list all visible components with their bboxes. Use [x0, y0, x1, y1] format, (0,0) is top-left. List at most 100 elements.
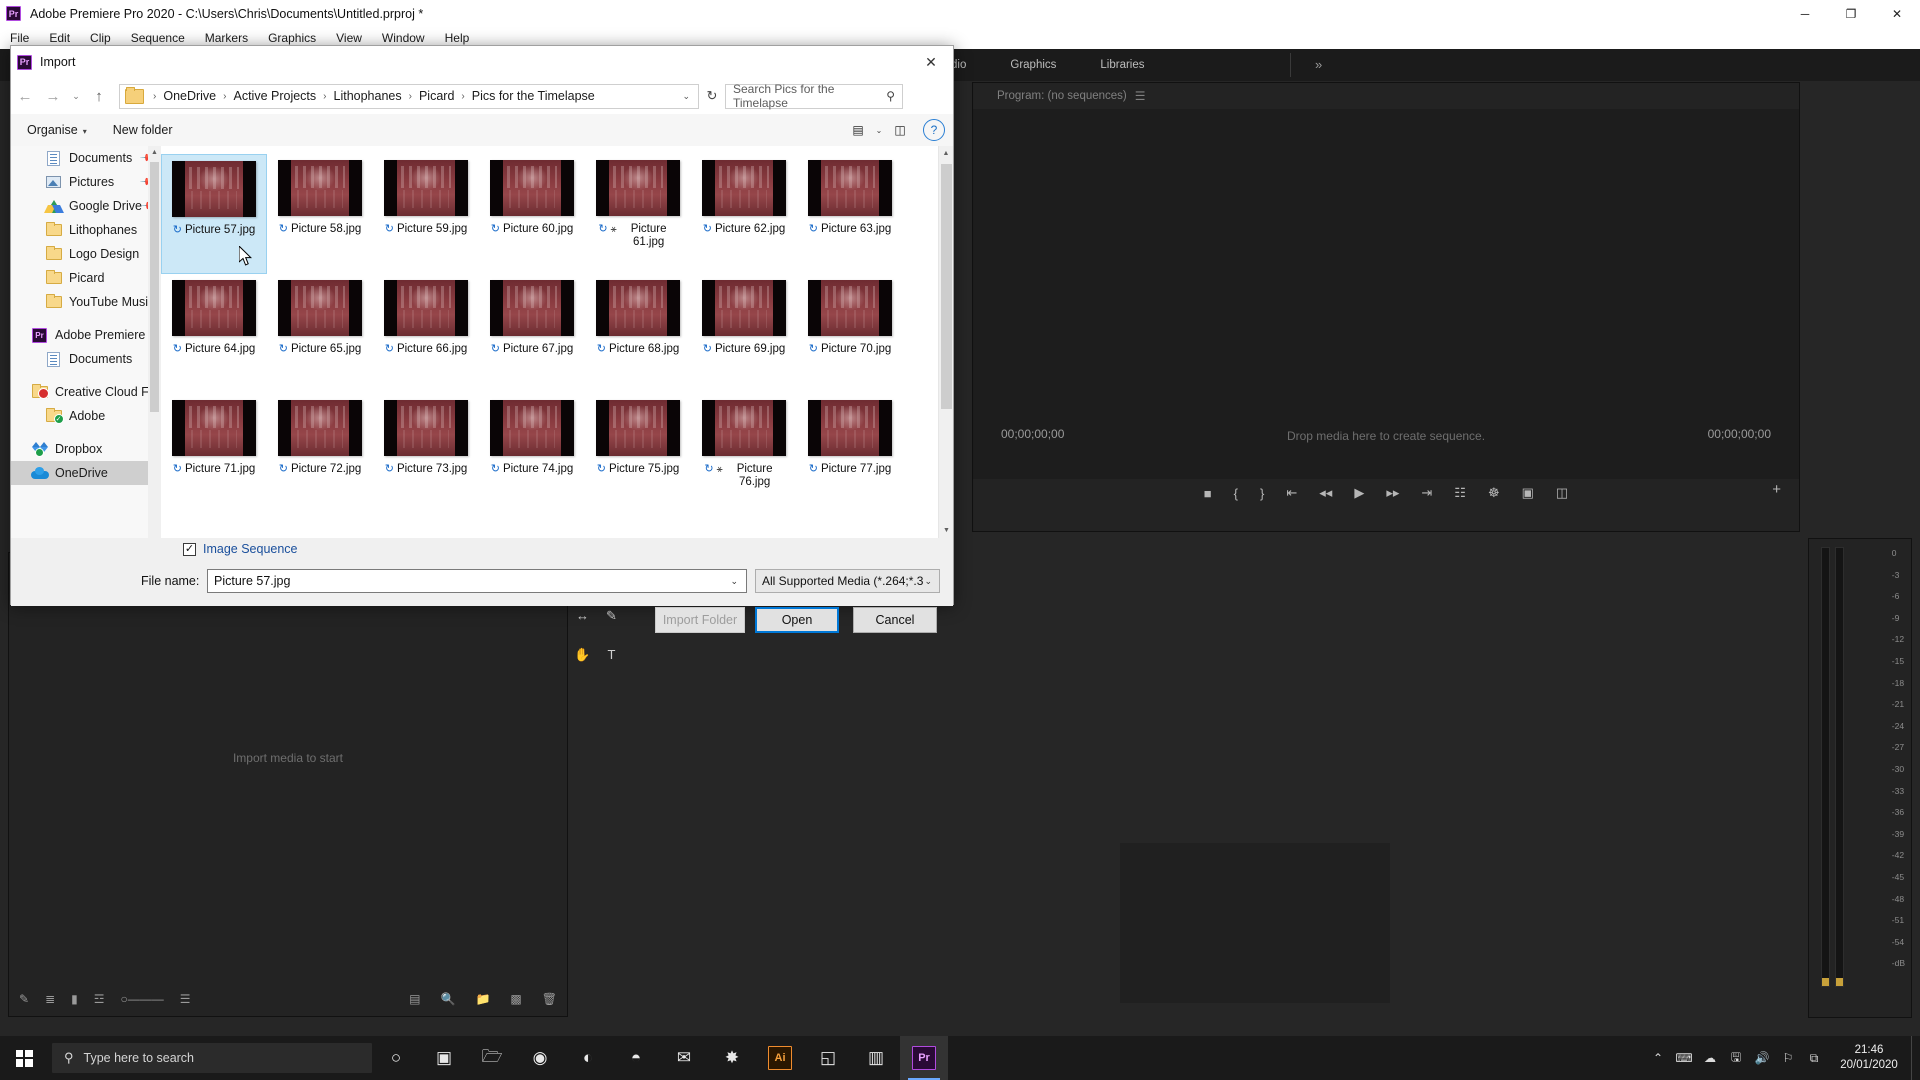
close-button[interactable]: ✕ — [1874, 0, 1920, 27]
sidebar-item-pictures[interactable]: Pictures 📌 — [11, 170, 161, 194]
file-item[interactable]: ↻ Picture 59.jpg — [373, 154, 479, 274]
taskbar-maya-icon[interactable]: ✸ — [708, 1036, 756, 1080]
panel-menu-icon[interactable]: ☰ — [1135, 90, 1146, 102]
sidebar-item-creative-cloud-fil[interactable]: Creative Cloud Fil — [11, 380, 161, 404]
start-button[interactable] — [0, 1036, 48, 1080]
sidebar-item-onedrive[interactable]: OneDrive — [11, 461, 161, 485]
chevron-down-icon[interactable]: ⌄ — [674, 91, 698, 102]
tray-icon-2[interactable]: ☁ — [1697, 1036, 1723, 1080]
search-input[interactable]: ⚲ Type here to search — [52, 1043, 372, 1073]
taskbar-photoshop-icon[interactable]: ◱ — [804, 1036, 852, 1080]
file-item[interactable]: ↻ Picture 60.jpg — [479, 154, 585, 274]
sidebar-item-dropbox[interactable]: Dropbox — [11, 437, 161, 461]
tray-icon-4[interactable]: 🔊 — [1749, 1036, 1775, 1080]
clock[interactable]: 21:46 20/01/2020 — [1827, 1036, 1911, 1080]
taskbar-paint-icon[interactable]: ◓ — [612, 1036, 660, 1080]
sidebar-item-youtube-music[interactable]: YouTube Music — [11, 290, 161, 314]
mark-in-icon[interactable]: { — [1234, 486, 1238, 501]
file-item[interactable]: ↻ Picture 66.jpg — [373, 274, 479, 394]
chevron-down-icon[interactable]: ⌄ — [871, 118, 887, 142]
selection-tool-icon[interactable]: ↔ — [576, 608, 589, 623]
scroll-up-icon[interactable]: ▲ — [939, 146, 953, 161]
breadcrumb-item-lithophanes[interactable]: Lithophanes — [332, 89, 404, 103]
new-folder-button[interactable]: New folder — [103, 118, 183, 142]
extract-icon[interactable]: ☸ — [1488, 485, 1500, 501]
file-item[interactable]: ↻ Picture 70.jpg — [797, 274, 903, 394]
taskbar-app-unknown-icon[interactable]: ▥ — [852, 1036, 900, 1080]
taskbar-premiere-pro-icon[interactable]: Pr — [900, 1036, 948, 1080]
preview-pane-icon[interactable]: ◫ — [887, 118, 913, 142]
lift-icon[interactable]: ☷ — [1454, 485, 1466, 501]
step-forward-icon[interactable]: ▸▸ — [1386, 485, 1399, 501]
breadcrumb-item-onedrive[interactable]: OneDrive — [161, 89, 218, 103]
taskbar-chrome-icon[interactable]: ◉ — [516, 1036, 564, 1080]
tray-icon-1[interactable]: ⌨ — [1671, 1036, 1697, 1080]
search-input[interactable]: Search Pics for the Timelapse ⚲ — [725, 82, 903, 110]
list-view-icon[interactable]: ≣ — [45, 992, 55, 1006]
show-desktop-button[interactable] — [1911, 1036, 1920, 1080]
forward-icon[interactable]: → — [39, 83, 67, 109]
file-item[interactable]: ↻ Picture 71.jpg — [161, 394, 267, 514]
import-folder-button[interactable]: Import Folder — [655, 607, 745, 633]
taskbar-outlook-icon[interactable]: ✉ — [660, 1036, 708, 1080]
file-item[interactable]: ↻ Picture 74.jpg — [479, 394, 585, 514]
taskbar-task-view-icon[interactable]: ▣ — [420, 1036, 468, 1080]
tray-icon-6[interactable]: ⧉ — [1801, 1036, 1827, 1080]
breadcrumb-item-active-projects[interactable]: Active Projects — [231, 89, 318, 103]
up-one-level-icon[interactable]: ↑ — [85, 83, 113, 109]
zoom-slider[interactable]: ○——— — [121, 992, 164, 1006]
file-item[interactable]: ↻ Picture 72.jpg — [267, 394, 373, 514]
image-sequence-checkbox[interactable]: ✓ — [183, 542, 196, 556]
file-item[interactable]: ↻ ⚹ Picture 76.jpg — [691, 394, 797, 514]
delete-icon[interactable]: 🗑 — [542, 992, 557, 1006]
file-item[interactable]: ↻ Picture 63.jpg — [797, 154, 903, 274]
recent-locations-icon[interactable]: ⌄ — [67, 83, 85, 109]
file-item[interactable]: ↻ Picture 75.jpg — [585, 394, 691, 514]
new-item-icon[interactable]: ▩ — [510, 992, 521, 1006]
organise-button[interactable]: Organise ▾ — [17, 118, 97, 142]
file-item[interactable]: ↻ Picture 67.jpg — [479, 274, 585, 394]
breadcrumb-item-pics-for-the-timelapse[interactable]: Pics for the Timelapse — [470, 89, 597, 103]
tray-icon-5[interactable]: ⚐ — [1775, 1036, 1801, 1080]
navigation-scrollbar[interactable]: ▲ ▼ — [148, 146, 161, 538]
play-icon[interactable]: ▶ — [1354, 485, 1364, 501]
mark-out-icon[interactable]: } — [1260, 486, 1264, 501]
file-item[interactable]: ↻ ⚹ Picture 61.jpg — [585, 154, 691, 274]
step-back-icon[interactable]: ◂◂ — [1319, 485, 1332, 501]
file-list-pane[interactable]: ↻ Picture 57.jpg ↻ Picture 58.jpg ↻ Picture 5… — [161, 146, 953, 538]
new-bin-icon[interactable]: ✎ — [19, 992, 29, 1006]
sidebar-item-documents[interactable]: Documents 📌 — [11, 146, 161, 170]
chevron-down-icon[interactable]: ⌄ — [730, 576, 738, 587]
taskbar-illustrator-icon[interactable]: Ai — [756, 1036, 804, 1080]
razor-tool-icon[interactable]: ✎ — [606, 608, 617, 624]
help-icon[interactable]: ? — [923, 119, 945, 141]
breadcrumb-item-picard[interactable]: Picard — [417, 89, 456, 103]
icon-view-icon[interactable]: ▮ — [71, 992, 78, 1006]
new-bin-folder-icon[interactable]: 📁 — [475, 992, 490, 1006]
sidebar-item-documents[interactable]: Documents — [11, 347, 161, 371]
image-sequence-row[interactable]: ✓ Image Sequence — [183, 542, 298, 556]
file-item[interactable]: ↻ Picture 69.jpg — [691, 274, 797, 394]
file-type-select[interactable]: All Supported Media (*.264;*.3G ⌄ — [755, 569, 940, 593]
refresh-icon[interactable]: ↻ — [699, 84, 725, 109]
file-item[interactable]: ↻ Picture 65.jpg — [267, 274, 373, 394]
type-tool-icon[interactable]: T — [608, 647, 616, 662]
file-item[interactable]: ↻ Picture 58.jpg — [267, 154, 373, 274]
scroll-down-icon[interactable]: ▼ — [939, 523, 953, 538]
tab-libraries[interactable]: Libraries — [1078, 49, 1166, 81]
taskbar-teams-icon[interactable]: ◐ — [564, 1036, 612, 1080]
freeform-view-icon[interactable]: ☲ — [94, 992, 105, 1006]
hand-tool-icon[interactable]: ✋ — [574, 647, 590, 663]
timecode-current[interactable]: 00;00;00;00 — [1001, 427, 1064, 441]
file-item[interactable]: ↻ Picture 68.jpg — [585, 274, 691, 394]
file-item[interactable]: ↻ Picture 62.jpg — [691, 154, 797, 274]
change-view-icon[interactable]: ▤ — [845, 118, 871, 142]
file-item[interactable]: ↻ Picture 77.jpg — [797, 394, 903, 514]
sidebar-item-adobe-premiere-p[interactable]: Pr Adobe Premiere P — [11, 323, 161, 347]
file-name-input[interactable]: Picture 57.jpg ⌄ — [207, 569, 747, 593]
taskbar-cortana-icon[interactable]: ○ — [372, 1036, 420, 1080]
workspace-overflow-button[interactable]: » — [1305, 49, 1332, 81]
tray-icon-3[interactable]: 🖫 — [1723, 1036, 1749, 1080]
breadcrumb[interactable]: › OneDrive › Active Projects › Lithophan… — [119, 83, 699, 109]
go-to-out-icon[interactable]: ⇥ — [1421, 485, 1432, 501]
